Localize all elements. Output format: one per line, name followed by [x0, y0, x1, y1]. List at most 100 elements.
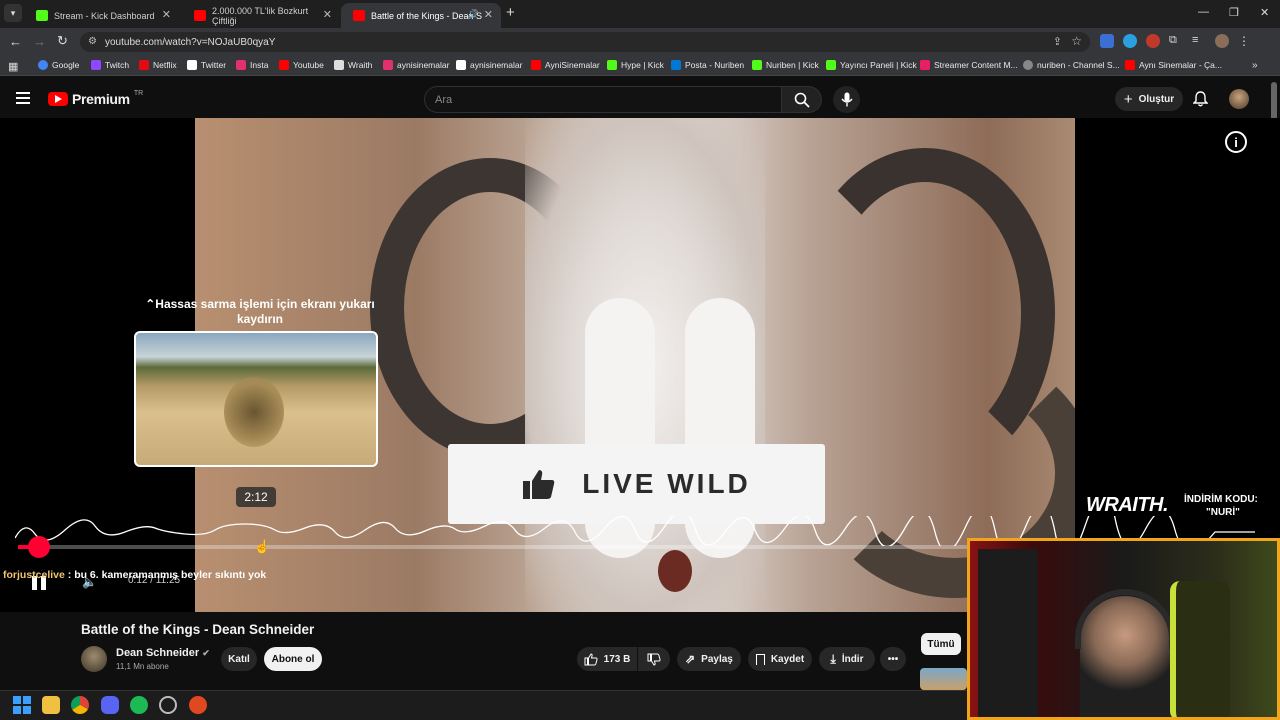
download-button[interactable]: ⤓ İndir	[819, 647, 875, 671]
more-actions-button[interactable]: •••	[880, 647, 906, 671]
webcam-door-shape	[978, 549, 1038, 717]
bookmark-ayni-sinemalar-ca[interactable]: Aynı Sinemalar - Ça...	[1125, 60, 1222, 70]
mouse-cursor: ☝	[254, 539, 271, 554]
new-tab-button[interactable]: +	[506, 4, 515, 21]
extensions-puzzle-icon[interactable]: ⧉	[1169, 34, 1183, 48]
bookmark-star-icon[interactable]: ☆	[1071, 34, 1082, 48]
bookmark-twitter[interactable]: Twitter	[187, 60, 226, 70]
chat-username: forjustcelive	[3, 569, 65, 581]
bookmark-wraith[interactable]: Wraith	[334, 60, 372, 70]
search-button[interactable]	[782, 86, 822, 113]
url-bar[interactable]: ⚙ youtube.com/watch?v=NOJaUB0qyaY ⇪ ☆	[80, 32, 1090, 52]
audio-playing-icon[interactable]: 🔊	[468, 9, 479, 20]
progress-scrubber-handle[interactable]	[28, 536, 50, 558]
like-button[interactable]: 173 B	[577, 647, 637, 671]
filter-chip-all[interactable]: Tümü	[921, 633, 961, 655]
close-tab-icon[interactable]: ✕	[162, 8, 171, 21]
extension-shield-icon[interactable]	[1100, 34, 1114, 48]
bookmark-insta[interactable]: Insta	[236, 60, 268, 70]
scrub-hint: ⌃Hassas sarma işlemi için ekranı yukarı …	[145, 297, 375, 326]
apps-grid-icon[interactable]: ▦	[8, 60, 18, 73]
chrome-icon[interactable]	[71, 696, 89, 714]
bookmark-aynisinemalar-yt[interactable]: AyniSinemalar	[531, 60, 600, 70]
obs-icon[interactable]	[189, 696, 207, 714]
bookmark-twitch[interactable]: Twitch	[91, 60, 129, 70]
outlook-icon	[671, 60, 681, 70]
tab-kick-dashboard[interactable]: Stream - Kick Dashboard ✕	[24, 3, 179, 28]
x-icon	[187, 60, 197, 70]
bookmark-channel-s[interactable]: nuriben - Channel S...	[1023, 60, 1120, 70]
bookmark-posta[interactable]: Posta - Nuriben	[671, 60, 744, 70]
notifications-bell-icon[interactable]	[1193, 91, 1208, 107]
youtube-logo[interactable]: Premium TR	[48, 90, 143, 107]
recommended-thumbnail[interactable]	[920, 668, 967, 690]
discord-icon[interactable]	[101, 696, 119, 714]
bookmark-nuriben-kick[interactable]: Nuriben | Kick	[752, 60, 819, 70]
minimize-icon[interactable]: —	[1198, 6, 1209, 18]
subscribe-button[interactable]: Abone ol	[264, 647, 322, 671]
like-icon	[584, 652, 598, 665]
window-close-icon[interactable]: ✕	[1260, 6, 1269, 19]
live-wild-overlay: LIVE WILD	[448, 444, 825, 524]
close-tab-icon[interactable]: ✕	[484, 8, 493, 21]
reload-icon[interactable]: ↻	[57, 33, 68, 49]
google-icon	[38, 60, 48, 70]
kick-icon	[826, 60, 836, 70]
bookmark-hype-kick[interactable]: Hype | Kick	[607, 60, 664, 70]
channel-icon	[1023, 60, 1033, 70]
bookmark-aynisinemalar-insta[interactable]: aynisinemalar	[383, 60, 449, 70]
voice-search-button[interactable]	[833, 86, 860, 113]
bookmark-streamer-content[interactable]: Streamer Content M...	[920, 60, 1018, 70]
account-avatar[interactable]	[1229, 89, 1249, 109]
youtube-icon	[1125, 60, 1135, 70]
search-input[interactable]: Ara	[424, 86, 782, 113]
menu-hamburger-icon[interactable]	[16, 92, 30, 104]
video-title: Battle of the Kings - Dean Schneider	[81, 622, 315, 637]
spotify-icon[interactable]	[130, 696, 148, 714]
bookmark-google[interactable]: Google	[38, 60, 79, 70]
headset-shape	[1075, 589, 1175, 649]
youtube-icon	[353, 10, 365, 21]
bookmark-youtube[interactable]: Youtube	[279, 60, 324, 70]
save-button[interactable]: Kaydet	[748, 647, 812, 671]
stream-chat-message: forjustcelive : bu 6. kameramanmış beyle…	[3, 569, 266, 581]
profile-avatar-icon[interactable]	[1215, 34, 1229, 48]
file-explorer-icon[interactable]	[42, 696, 60, 714]
share-icon: ⇗	[685, 652, 696, 666]
extension-blue-icon[interactable]	[1123, 34, 1137, 48]
bookmarks-overflow-icon[interactable]: »	[1252, 60, 1258, 71]
bookmark-yayinci-paneli[interactable]: Yayıncı Paneli | Kick	[826, 60, 917, 70]
plus-icon: +	[1123, 90, 1133, 108]
forward-icon[interactable]: →	[33, 34, 46, 49]
close-tab-icon[interactable]: ✕	[323, 8, 332, 21]
browser-tab-strip: ▾ Stream - Kick Dashboard ✕ 2.000.000 TL…	[0, 0, 1280, 28]
restore-icon[interactable]: ❐	[1229, 6, 1239, 19]
back-icon[interactable]: ←	[9, 34, 22, 49]
youtube-icon	[531, 60, 541, 70]
more-horizontal-icon: •••	[887, 653, 899, 665]
share-button[interactable]: ⇗ Paylaş	[677, 647, 741, 671]
extension-icons: ⧉ ≡ ⋮	[1100, 34, 1250, 48]
media-controls-icon[interactable]: ≡	[1192, 34, 1206, 48]
browser-menu-icon[interactable]: ⋮	[1238, 34, 1250, 48]
install-app-icon[interactable]: ⇪	[1053, 35, 1062, 48]
extension-red-icon[interactable]	[1146, 34, 1160, 48]
bookmark-aynisinemalar-x[interactable]: aynisinemalar	[456, 60, 522, 70]
netflix-icon	[139, 60, 149, 70]
search-icon	[794, 92, 810, 108]
channel-avatar[interactable]	[81, 646, 107, 672]
tab-battle-of-the-kings[interactable]: Battle of the Kings - Dean S 🔊 ✕	[341, 3, 501, 28]
kick-icon	[36, 10, 48, 21]
channel-name[interactable]: Dean Schneider ✔	[116, 647, 210, 659]
settings-gear-icon[interactable]	[159, 696, 177, 714]
join-button[interactable]: Katıl	[221, 647, 257, 671]
create-button[interactable]: + Oluştur	[1115, 87, 1183, 111]
preview-timestamp: 2:12	[236, 487, 276, 507]
bookmark-netflix[interactable]: Netflix	[139, 60, 177, 70]
info-icon[interactable]: i	[1225, 131, 1247, 153]
dislike-button[interactable]	[638, 647, 670, 671]
windows-start-icon[interactable]	[13, 696, 31, 714]
site-info-icon[interactable]: ⚙	[88, 36, 97, 47]
tab-search-button[interactable]: ▾	[4, 4, 22, 22]
tab-bozkurt[interactable]: 2.000.000 TL'lik Bozkurt Çiftliği ✕	[182, 3, 340, 28]
